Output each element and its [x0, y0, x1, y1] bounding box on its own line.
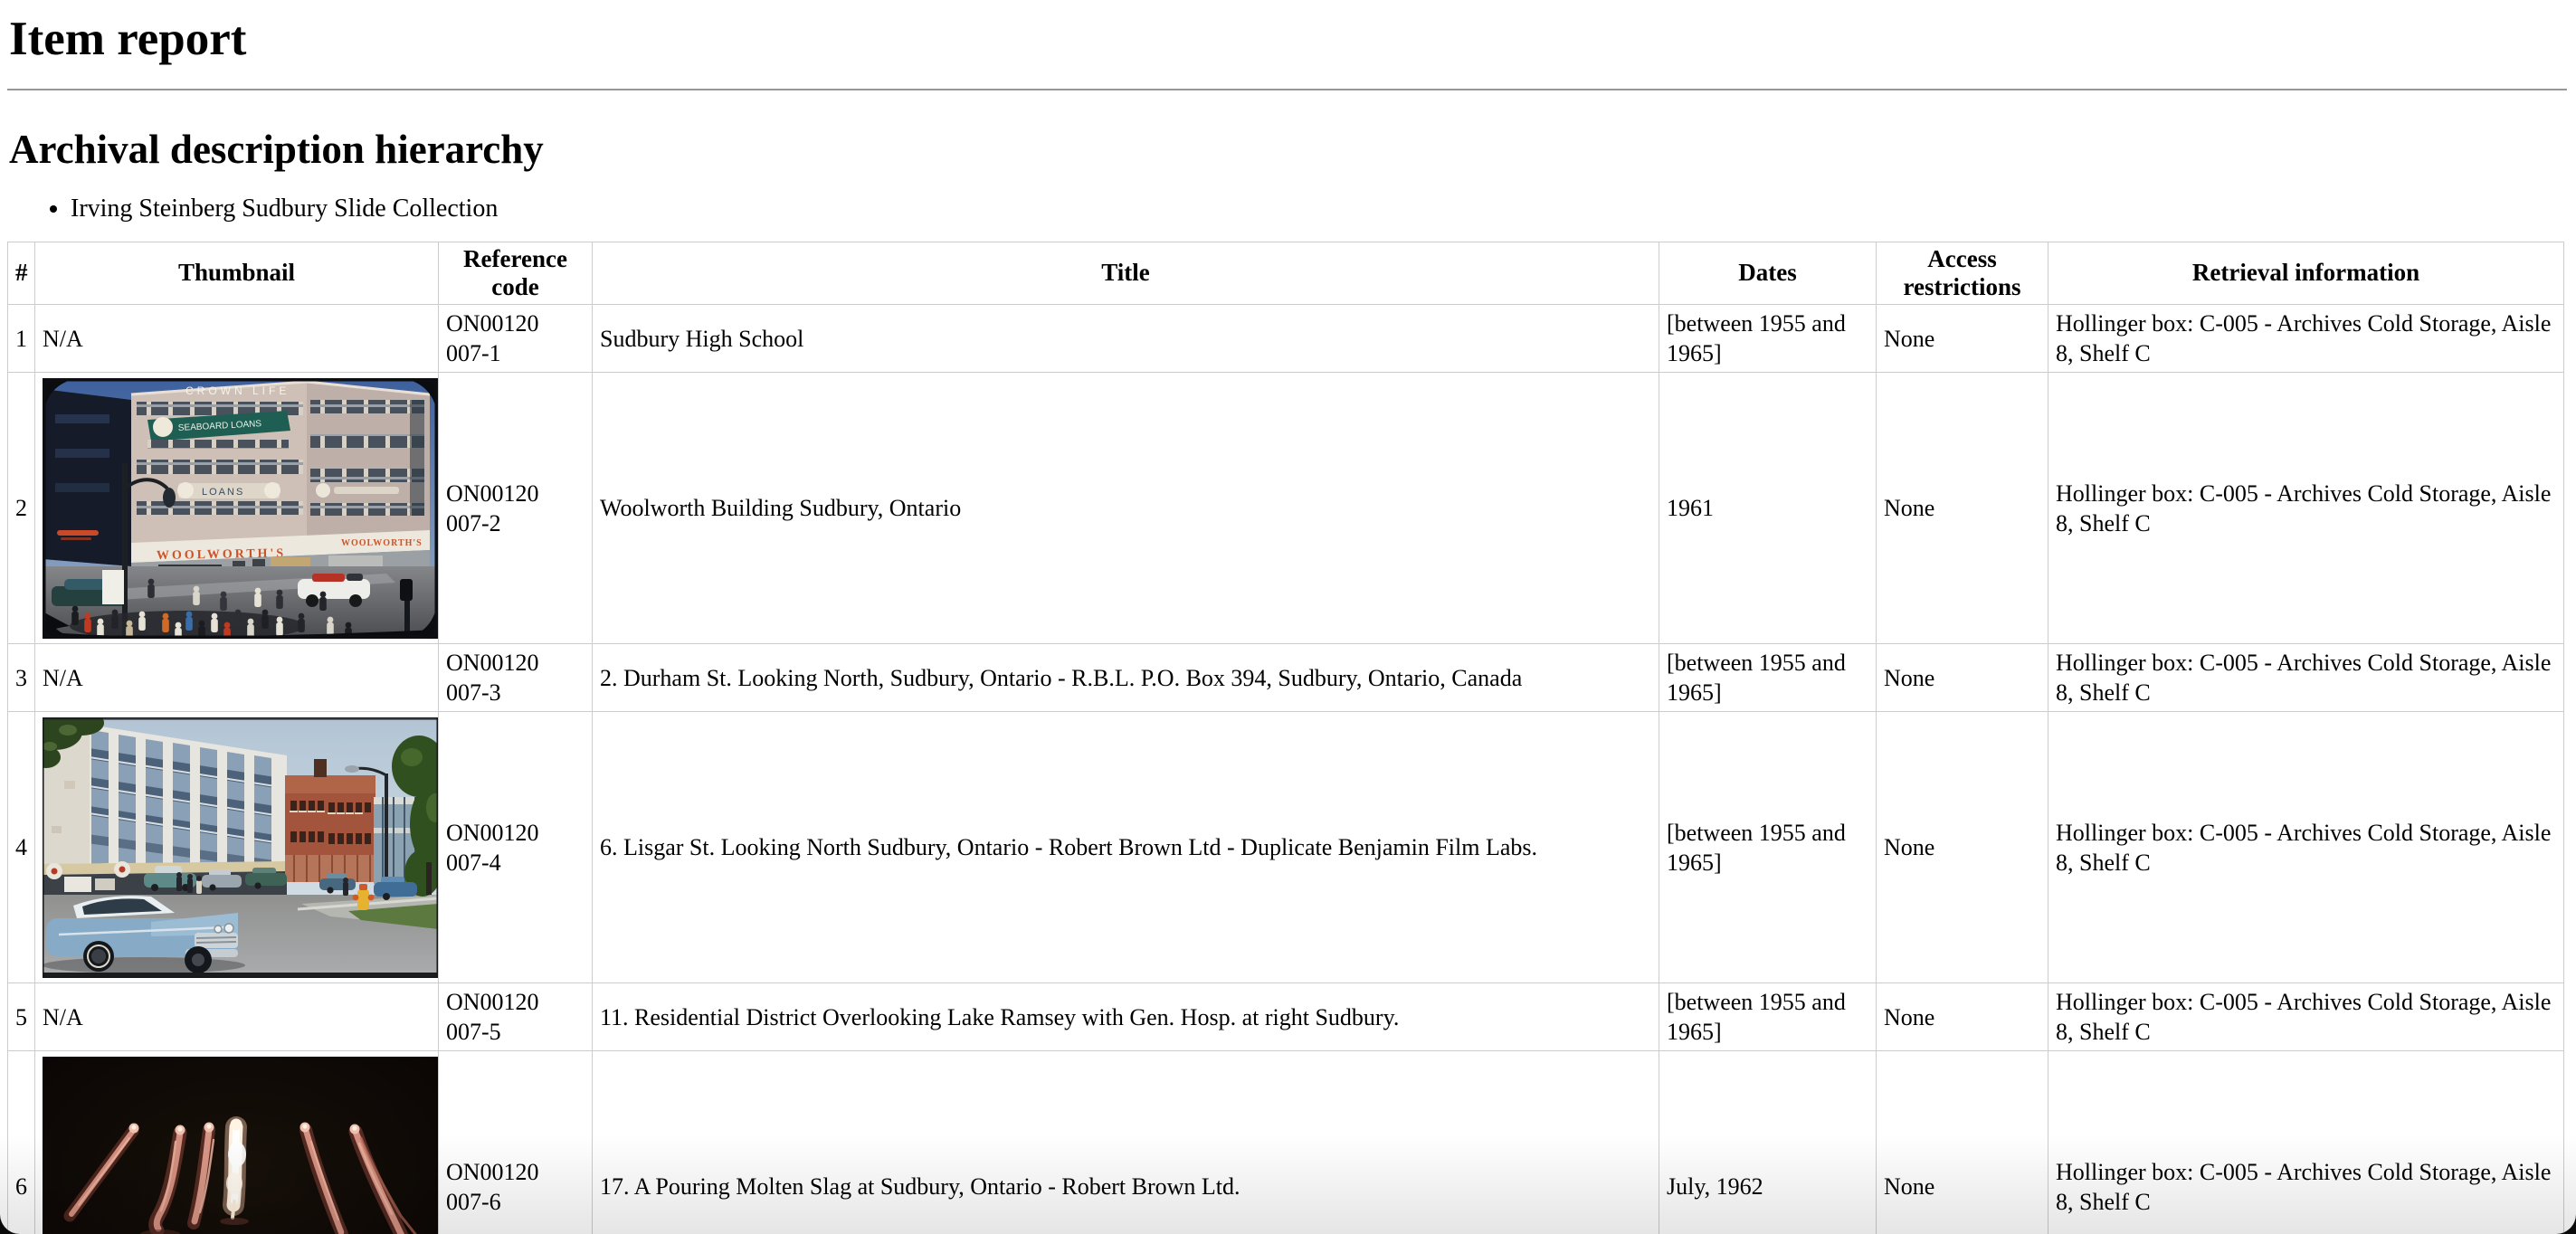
column-header-access-restrictions: Access restrictions	[1877, 242, 2048, 305]
hierarchy-item: Irving Steinberg Sudbury Slide Collectio…	[71, 194, 2567, 224]
title-cell: 17. A Pouring Molten Slag at Sudbury, On…	[593, 1051, 1659, 1234]
dates-cell: [between 1955 and 1965]	[1659, 983, 1877, 1051]
column-header-dates: Dates	[1659, 242, 1877, 305]
thumbnail-cell	[35, 1051, 439, 1234]
retrieval-information-cell: Hollinger box: C-005 - Archives Cold Sto…	[2048, 644, 2564, 712]
thumbnail-cell: CROWN LIFE SEABOARD LOANS	[35, 373, 439, 644]
section-heading: Archival description hierarchy	[9, 125, 2567, 174]
column-header-retrieval-information: Retrieval information	[2048, 242, 2564, 305]
access-restrictions-cell: None	[1877, 644, 2048, 712]
row-number: 6	[8, 1051, 35, 1234]
access-restrictions-cell: None	[1877, 373, 2048, 644]
row-number: 4	[8, 712, 35, 983]
row-number: 3	[8, 644, 35, 712]
woolworth-building-street-photo: CROWN LIFE SEABOARD LOANS	[43, 378, 438, 639]
retrieval-information-cell: Hollinger box: C-005 - Archives Cold Sto…	[2048, 1051, 2564, 1234]
row-number: 2	[8, 373, 35, 644]
reference-code-cell: ON00120 007-4	[439, 712, 593, 983]
access-restrictions-cell: None	[1877, 712, 2048, 983]
woolworths-sign-right-text: WOOLWORTH'S	[341, 538, 423, 548]
table-row: 4	[8, 712, 2564, 983]
dates-cell: 1961	[1659, 373, 1877, 644]
row-number: 5	[8, 983, 35, 1051]
page-title: Item report	[9, 11, 2567, 69]
thumbnail-cell: N/A	[35, 644, 439, 712]
hierarchy-list: Irving Steinberg Sudbury Slide Collectio…	[7, 194, 2567, 224]
dates-cell: [between 1955 and 1965]	[1659, 305, 1877, 373]
reference-code-cell: ON00120 007-2	[439, 373, 593, 644]
retrieval-information-cell: Hollinger box: C-005 - Archives Cold Sto…	[2048, 712, 2564, 983]
dates-cell: July, 1962	[1659, 1051, 1877, 1234]
access-restrictions-cell: None	[1877, 1051, 2048, 1234]
table-row: 5 N/A ON00120 007-5 11. Residential Dist…	[8, 983, 2564, 1051]
table-row: 6	[8, 1051, 2564, 1234]
lisgar-street-photo	[43, 717, 438, 978]
title-cell: 2. Durham St. Looking North, Sudbury, On…	[593, 644, 1659, 712]
retrieval-information-cell: Hollinger box: C-005 - Archives Cold Sto…	[2048, 305, 2564, 373]
thumbnail-cell	[35, 712, 439, 983]
table-header-row: # Thumbnail Reference code Title Dates A…	[8, 242, 2564, 305]
thumbnail-cell: N/A	[35, 983, 439, 1051]
thumbnail-cell: N/A	[35, 305, 439, 373]
column-header-reference-code: Reference code	[439, 242, 593, 305]
access-restrictions-cell: None	[1877, 983, 2048, 1051]
title-divider	[7, 89, 2567, 90]
reference-code-cell: ON00120 007-5	[439, 983, 593, 1051]
reference-code-cell: ON00120 007-3	[439, 644, 593, 712]
crown-life-sign-text: CROWN LIFE	[185, 384, 290, 397]
table-row: 3 N/A ON00120 007-3 2. Durham St. Lookin…	[8, 644, 2564, 712]
loans-sign-text: LOANS	[202, 487, 244, 498]
report-content: Item report Archival description hierarc…	[0, 11, 2576, 1234]
column-header-title: Title	[593, 242, 1659, 305]
table-row: 1 N/A ON00120 007-1 Sudbury High School …	[8, 305, 2564, 373]
retrieval-information-cell: Hollinger box: C-005 - Archives Cold Sto…	[2048, 983, 2564, 1051]
item-report-page: Item report Archival description hierarc…	[0, 0, 2576, 1234]
retrieval-information-cell: Hollinger box: C-005 - Archives Cold Sto…	[2048, 373, 2564, 644]
title-cell: 11. Residential District Overlooking Lak…	[593, 983, 1659, 1051]
molten-slag-pour-photo	[43, 1057, 438, 1234]
access-restrictions-cell: None	[1877, 305, 2048, 373]
title-cell: Sudbury High School	[593, 305, 1659, 373]
reference-code-cell: ON00120 007-1	[439, 305, 593, 373]
reference-code-cell: ON00120 007-6	[439, 1051, 593, 1234]
title-cell: Woolworth Building Sudbury, Ontario	[593, 373, 1659, 644]
column-header-number: #	[8, 242, 35, 305]
title-cell: 6. Lisgar St. Looking North Sudbury, Ont…	[593, 712, 1659, 983]
dates-cell: [between 1955 and 1965]	[1659, 712, 1877, 983]
row-number: 1	[8, 305, 35, 373]
table-row: 2	[8, 373, 2564, 644]
item-report-table: # Thumbnail Reference code Title Dates A…	[7, 242, 2564, 1234]
column-header-thumbnail: Thumbnail	[35, 242, 439, 305]
dates-cell: [between 1955 and 1965]	[1659, 644, 1877, 712]
